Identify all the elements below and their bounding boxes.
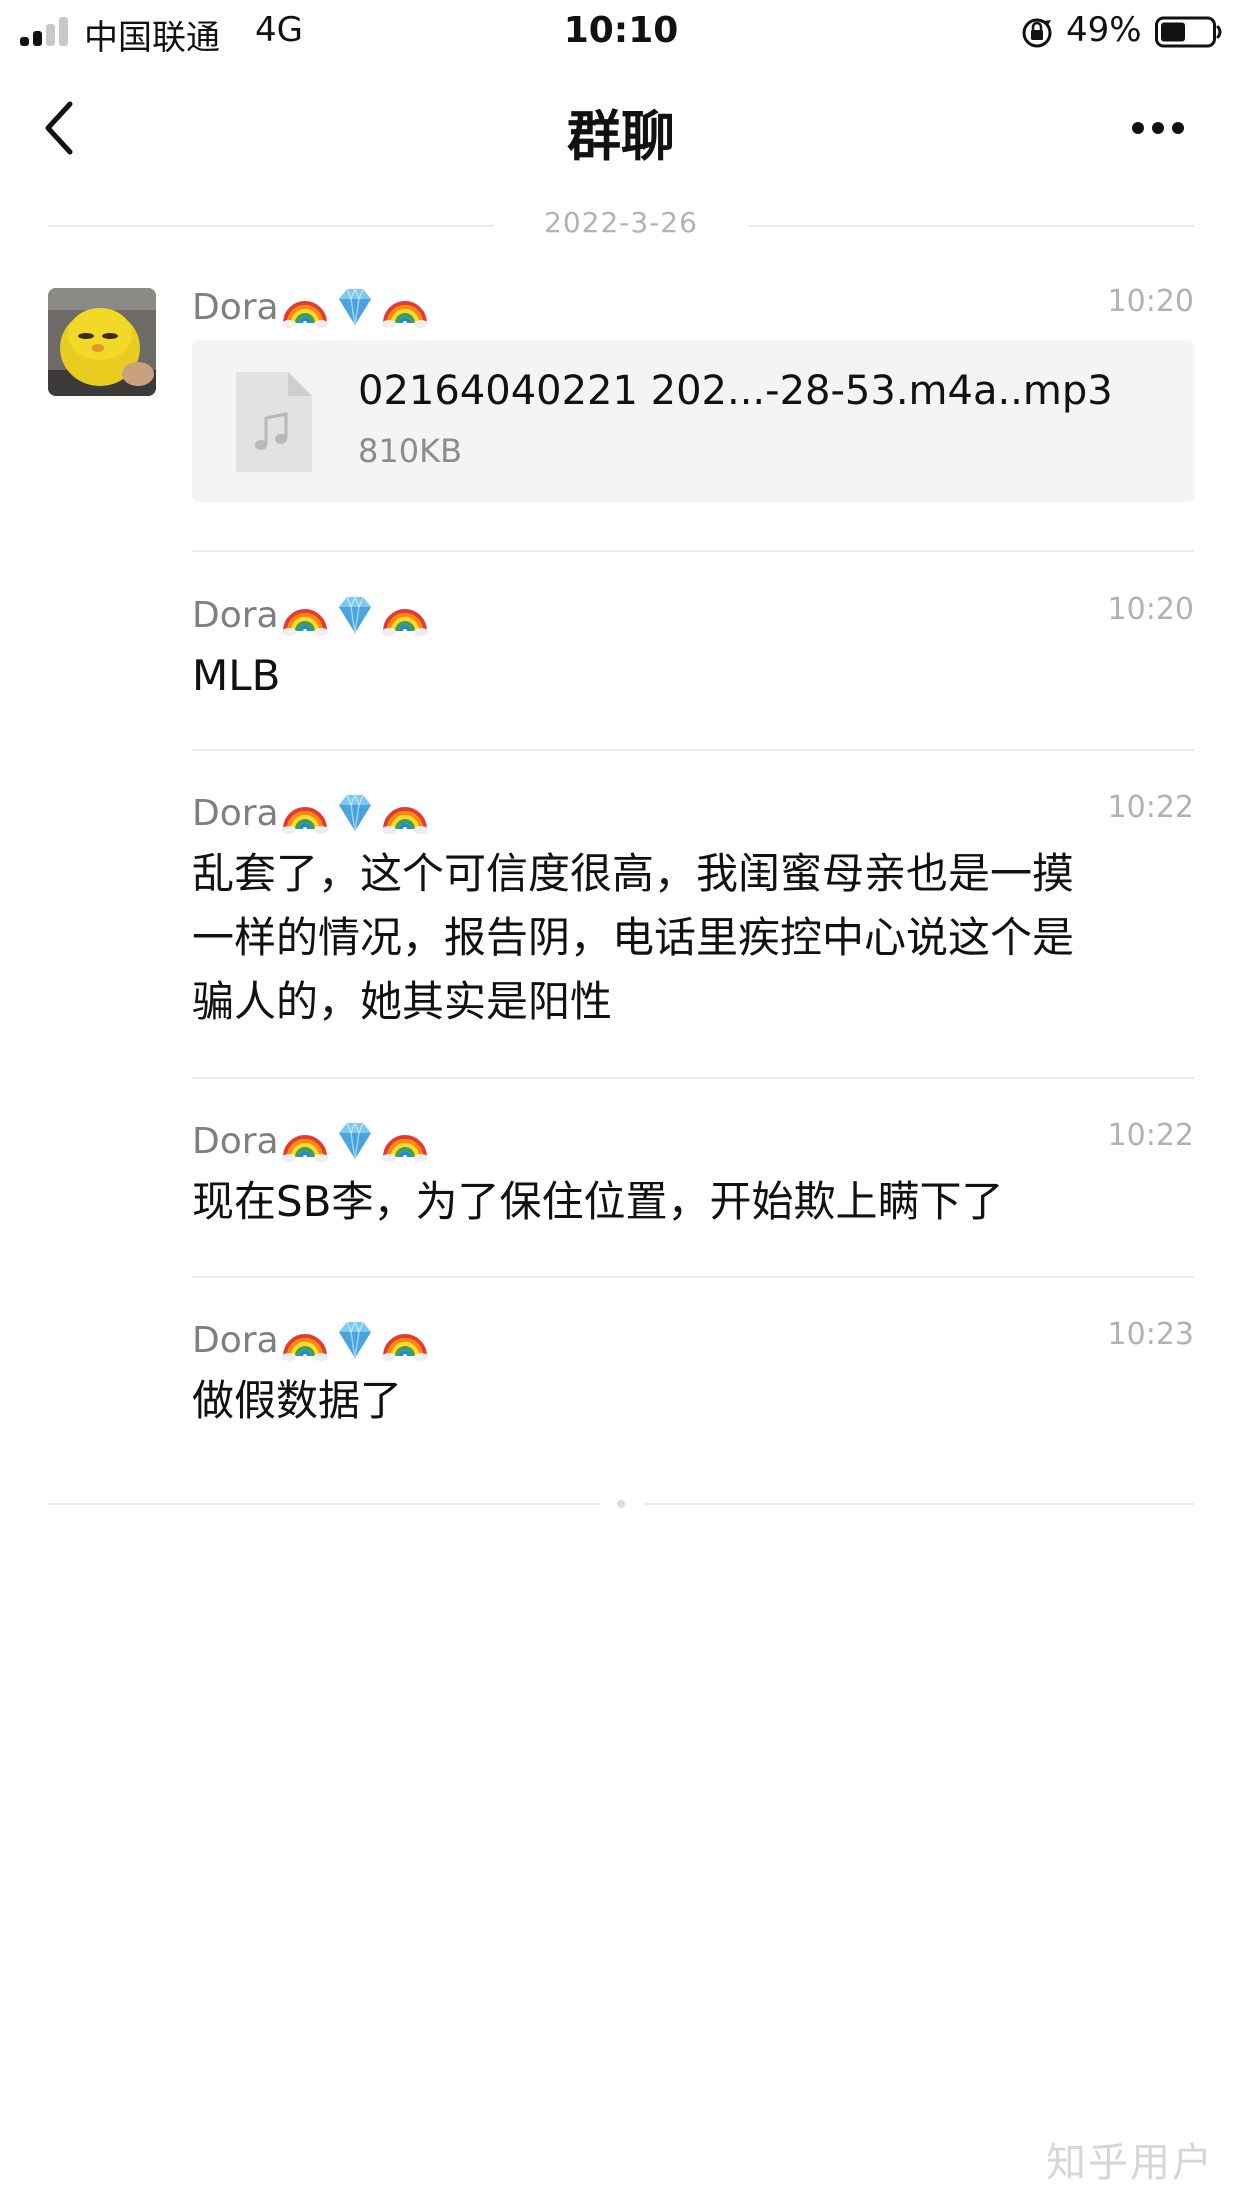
file-size: 810KB <box>358 432 463 470</box>
rainbow-icon <box>281 591 329 639</box>
message-divider <box>192 550 1194 552</box>
rainbow-icon <box>381 789 429 837</box>
date-label: 2022-3-26 <box>544 206 698 239</box>
sender-name: Dora <box>192 590 429 640</box>
sender-name: Dora <box>192 788 429 838</box>
file-name: 02164040221 202...-28-53.m4a..mp3 <box>358 368 1113 414</box>
gem-icon <box>331 789 379 837</box>
sender-name: Dora <box>192 1116 429 1166</box>
status-bar: 中国联通 4G 10:10 49% <box>0 0 1242 64</box>
watermark: 知乎用户 <box>1046 2140 1214 2186</box>
history-end-line-right <box>642 1503 1194 1505</box>
message-text: 乱套了，这个可信度很高，我闺蜜母亲也是一摸 一样的情况，报告阴，电话里疾控中心说… <box>192 842 1074 1034</box>
message-text: 做假数据了 <box>192 1376 403 1425</box>
message-item: Dora 10:20 MLB <box>192 590 1194 710</box>
more-dots-icon[interactable] <box>1130 118 1186 138</box>
message-time: 10:22 <box>1107 790 1194 825</box>
message-item: Dora 10:23 做假数据了 <box>192 1315 1194 1435</box>
rainbow-icon <box>381 1117 429 1165</box>
gem-icon <box>331 283 379 331</box>
message-divider <box>192 1077 1194 1079</box>
history-end-dot <box>617 1500 625 1508</box>
message-text-line: 乱套了，这个可信度很高，我闺蜜母亲也是一摸 <box>192 849 1075 898</box>
message-item: Dora 10:22 现在SB李，为了保住位置，开始欺上瞒下了 <box>192 1116 1194 1236</box>
message-time: 10:20 <box>1107 592 1194 627</box>
avatar[interactable] <box>48 288 156 396</box>
rainbow-icon <box>381 1316 429 1364</box>
message-text: MLB <box>192 651 281 700</box>
rainbow-icon <box>381 591 429 639</box>
history-end-line-left <box>48 1503 600 1505</box>
date-divider-right <box>748 225 1194 227</box>
message-item: Dora 10:20 02164040221 202...-28-53.m4a.… <box>192 282 1194 522</box>
message-time: 10:20 <box>1107 284 1194 319</box>
gem-icon <box>331 1316 379 1364</box>
battery-icon <box>1155 16 1222 48</box>
battery-percent: 49% <box>1066 10 1142 50</box>
page-title: 群聊 <box>567 105 675 168</box>
message-text-line: 骗人的，她其实是阳性 <box>192 977 613 1026</box>
message-text-line: 一样的情况，报告阴，电话里疾控中心说这个是 <box>192 913 1075 962</box>
message-time: 10:23 <box>1107 1317 1194 1352</box>
message-text: 现在SB李，为了保住位置，开始欺上瞒下了 <box>192 1177 1004 1226</box>
rainbow-icon <box>281 1316 329 1364</box>
rainbow-icon <box>281 283 329 331</box>
gem-icon <box>331 591 379 639</box>
message-divider <box>192 749 1194 751</box>
rainbow-icon <box>281 1117 329 1165</box>
file-attachment[interactable]: 02164040221 202...-28-53.m4a..mp3 810KB <box>192 340 1194 502</box>
navigation-bar: 群聊 <box>0 64 1242 190</box>
rainbow-icon <box>381 283 429 331</box>
message-item: Dora 10:22 乱套了，这个可信度很高，我闺蜜母亲也是一摸 一样的情况，报… <box>192 788 1194 1048</box>
sender-name: Dora <box>192 1315 429 1365</box>
music-file-icon <box>236 372 312 472</box>
orientation-lock-icon <box>1022 18 1052 48</box>
message-divider <box>192 1276 1194 1278</box>
status-time: 10:10 <box>563 10 679 51</box>
rainbow-icon <box>281 789 329 837</box>
sender-name: Dora <box>192 282 429 332</box>
message-time: 10:22 <box>1107 1118 1194 1153</box>
gem-icon <box>331 1117 379 1165</box>
